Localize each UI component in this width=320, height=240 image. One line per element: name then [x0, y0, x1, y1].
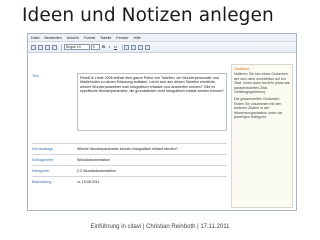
bold-icon[interactable]: B [102, 44, 106, 50]
kategorien-field[interactable]: 2.2 Wunddokumentation [77, 169, 116, 173]
note-text-paragraph: Rechfl ik Linde 2006 enthalt eine ganze … [80, 75, 224, 94]
list-icon[interactable] [138, 44, 144, 50]
copy-icon[interactable] [45, 44, 50, 50]
menu-item-bearbeiten[interactable]: Bearbeiten [44, 36, 61, 40]
field-separator [32, 165, 227, 166]
font-size-select[interactable]: 9 [90, 44, 100, 50]
kernaussage-label: Kernaussage [32, 147, 54, 151]
menu-item-datei[interactable]: Datei [31, 36, 39, 40]
schlagwoerter-label: Schlagwörter [32, 158, 53, 162]
toolbar-separator [121, 43, 123, 51]
toolbar-separator [61, 43, 62, 51]
align-center-icon[interactable] [131, 44, 137, 50]
font-select[interactable]: Segoe UI [63, 44, 90, 50]
slide-footer: Einführung in citavi | Christian Reinbot… [90, 224, 230, 230]
paste-icon[interactable] [52, 44, 57, 50]
menu-item-fenster[interactable]: Fenster [116, 36, 128, 40]
citavi-editor-window: Datei Bearbeiten Ansicht Format Tabelle … [27, 33, 297, 211]
save-icon[interactable] [31, 44, 36, 50]
bearbeitung-field[interactable]: cr, 15.08.2011 [77, 180, 100, 184]
field-separator [32, 143, 227, 144]
field-separator [32, 176, 227, 177]
menu-bar: Datei Bearbeiten Ansicht Format Tabelle … [28, 34, 296, 42]
align-left-icon[interactable] [124, 44, 130, 50]
text-label: Text [32, 74, 39, 78]
schlagwoerter-field[interactable]: Wunddokumentation [77, 158, 110, 162]
italic-icon[interactable]: I [108, 44, 112, 50]
notes-paragraph: Die gesammelten Gedanken finden Sie zusa… [234, 96, 283, 120]
notes-paragraph: Notieren Sie hier eines Gedanken, der si… [234, 72, 290, 95]
notes-text: Notieren Sie hier eines Gedanken, der si… [234, 72, 290, 120]
formatting-toolbar: Segoe UI 9 B I U [28, 42, 296, 53]
menu-item-ansicht[interactable]: Ansicht [67, 36, 79, 40]
field-separator [32, 154, 227, 155]
kategorien-label: Kategorien [32, 169, 50, 173]
bearbeitung-label: Bearbeitung [32, 180, 52, 184]
slide-title: Ideen und Notizen anlegen [22, 5, 274, 26]
indent-icon[interactable] [145, 44, 151, 50]
kernaussage-field[interactable]: Welche Wunderparameter können fotografis… [77, 147, 178, 151]
help-notes-panel: Gedanke Notieren Sie hier eines Gedanken… [231, 64, 293, 208]
menu-item-hilfe[interactable]: Hilfe [134, 36, 141, 40]
menu-item-format[interactable]: Format [84, 36, 95, 40]
underline-icon[interactable]: U [114, 44, 118, 50]
notes-title: Gedanke [234, 67, 250, 71]
menu-item-tabelle[interactable]: Tabelle [100, 36, 111, 40]
note-text-editor[interactable]: Rechfl ik Linde 2006 enthalt eine ganze … [77, 73, 227, 131]
cut-icon[interactable] [38, 44, 43, 50]
